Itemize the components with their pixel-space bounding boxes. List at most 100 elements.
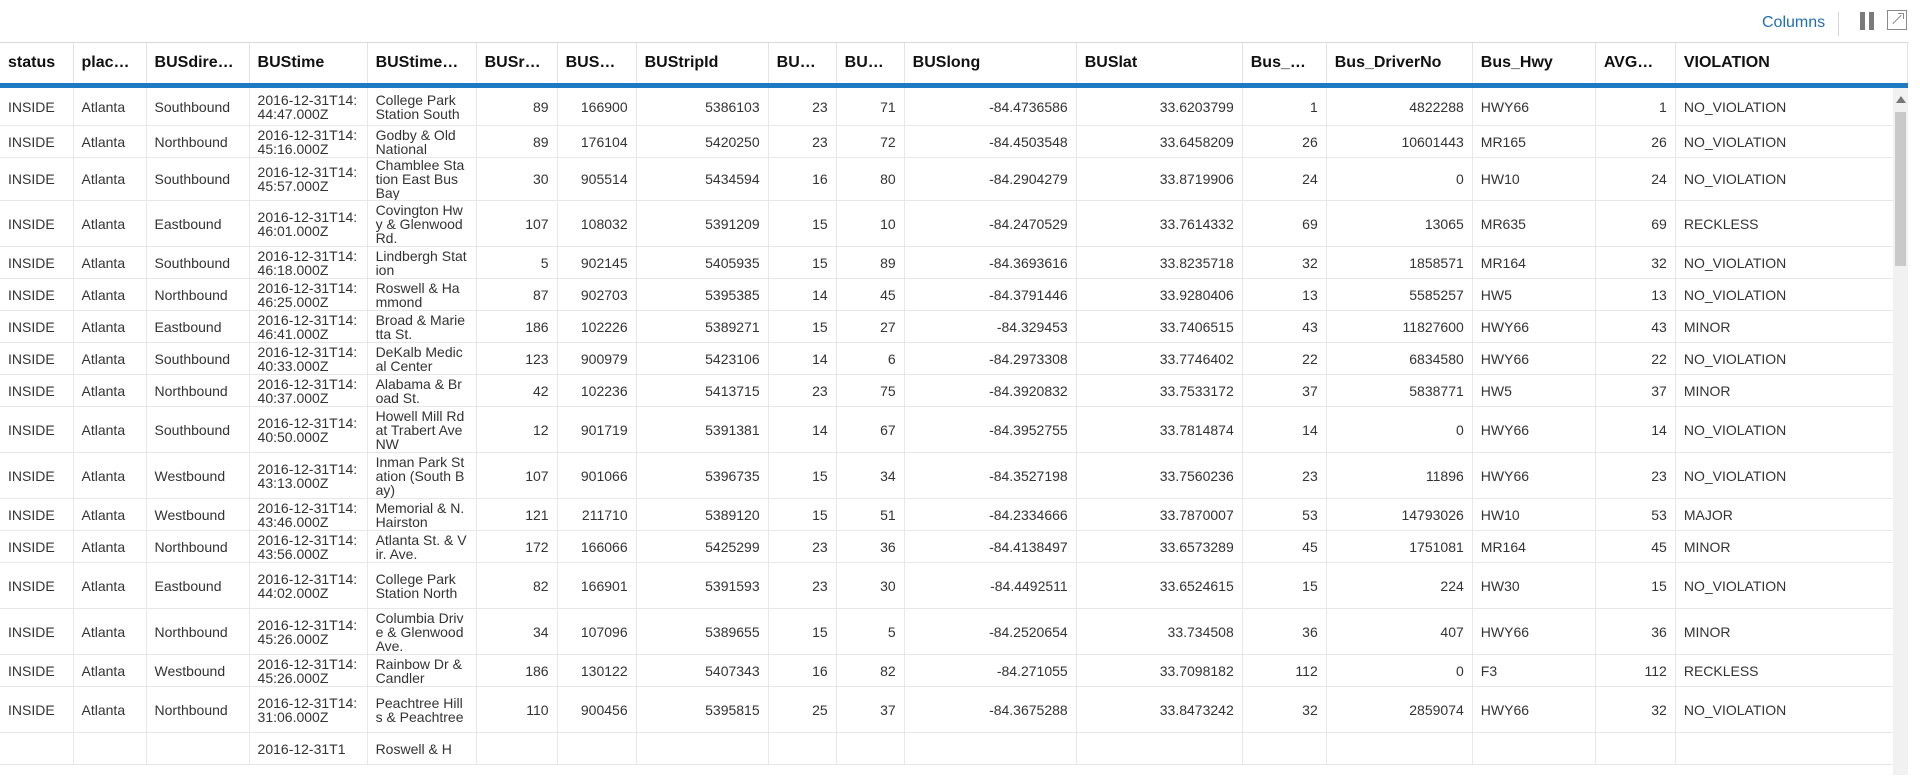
- table-row[interactable]: INSIDE Atlanta Southbound 2016-12-31T14:45:…: [0, 157, 1908, 201]
- table-cell: Godby & Old National: [367, 125, 477, 158]
- table-cell: 14: [768, 342, 837, 375]
- table-cell: 22: [1242, 342, 1327, 375]
- table-cell: 82: [836, 654, 905, 687]
- table-cell: Northbound: [146, 374, 250, 407]
- table-cell: -84.3675288: [904, 686, 1077, 733]
- column-header[interactable]: plac…: [73, 43, 147, 88]
- table-cell: 2016-12-31T14:43:46.000Z: [249, 498, 368, 531]
- table-cell: 902145: [557, 246, 637, 279]
- column-header[interactable]: BUSr…: [476, 43, 558, 88]
- table-cell: 130122: [557, 654, 637, 687]
- table-cell: HWY66: [1472, 608, 1596, 655]
- column-header[interactable]: AVG…: [1595, 43, 1676, 88]
- table-cell: NO_VIOLATION: [1675, 246, 1908, 279]
- table-cell: 15: [1595, 562, 1676, 609]
- column-header[interactable]: BUSdire…: [146, 43, 250, 88]
- table-cell: 110: [476, 686, 558, 733]
- table-row[interactable]: INSIDE Atlanta Eastbound 2016-12-31T14:46:4…: [0, 310, 1908, 343]
- expand-icon[interactable]: [1887, 10, 1907, 30]
- column-header[interactable]: Bus_Hwy: [1472, 43, 1596, 88]
- table-row[interactable]: INSIDE Atlanta Eastbound 2016-12-31T14:44:0…: [0, 562, 1908, 609]
- table-cell: MINOR: [1675, 310, 1908, 343]
- table-cell: 5405935: [636, 246, 769, 279]
- table-cell: 6834580: [1326, 342, 1473, 375]
- column-header[interactable]: BUStime: [249, 43, 368, 88]
- column-header[interactable]: BUSlat: [1076, 43, 1243, 88]
- columns-button[interactable]: Columns: [1762, 14, 1825, 32]
- table-cell: 5: [476, 246, 558, 279]
- table-cell: 2016-12-31T14:44:02.000Z: [249, 562, 368, 609]
- table-cell: 102236: [557, 374, 637, 407]
- table-cell: Westbound: [146, 498, 250, 531]
- table-cell: 13: [1595, 278, 1676, 311]
- table-cell: 2016-12-31T14:45:26.000Z: [249, 654, 368, 687]
- table-cell: Atlanta: [73, 686, 147, 733]
- table-cell: 211710: [557, 498, 637, 531]
- table-cell: Atlanta: [73, 85, 147, 126]
- table-cell: 2016-12-31T14:43:56.000Z: [249, 530, 368, 563]
- column-header[interactable]: BUS…: [557, 43, 637, 88]
- table-cell: 2016-12-31T14:40:37.000Z: [249, 374, 368, 407]
- column-header[interactable]: BUSlong: [904, 43, 1077, 88]
- table-cell: -84.2520654: [904, 608, 1077, 655]
- column-header[interactable]: BUStripId: [636, 43, 769, 88]
- table-cell: 5389120: [636, 498, 769, 531]
- table-row[interactable]: INSIDE Atlanta Eastbound 2016-12-31T14:46:0…: [0, 200, 1908, 247]
- table-cell: HWY66: [1472, 452, 1596, 499]
- scroll-up-icon[interactable]: [1896, 96, 1906, 103]
- table-cell: [1326, 732, 1473, 765]
- table-cell: INSIDE: [0, 406, 74, 453]
- scroll-thumb[interactable]: [1895, 112, 1906, 266]
- pause-icon[interactable]: [1860, 12, 1876, 30]
- table-cell: Northbound: [146, 608, 250, 655]
- column-header[interactable]: Bus_DriverNo: [1326, 43, 1473, 88]
- table-cell: 33.7406515: [1076, 310, 1243, 343]
- table-cell: NO_VIOLATION: [1675, 342, 1908, 375]
- column-header[interactable]: BUStime…: [367, 43, 477, 88]
- column-header[interactable]: Bus_…: [1242, 43, 1327, 88]
- table-cell: Atlanta: [73, 406, 147, 453]
- table-row[interactable]: INSIDE Atlanta Westbound 2016-12-31T14:45:2…: [0, 654, 1908, 687]
- table-cell: 166900: [557, 85, 637, 126]
- table-cell: 37: [836, 686, 905, 733]
- table-cell: 102226: [557, 310, 637, 343]
- table-row[interactable]: INSIDE Atlanta Westbound 2016-12-31T14:43:1…: [0, 452, 1908, 499]
- column-header[interactable]: status: [0, 43, 74, 88]
- table-row[interactable]: INSIDE Atlanta Westbound 2016-12-31T14:43:4…: [0, 498, 1908, 531]
- table-row[interactable]: INSIDE Atlanta Northbound 2016-12-31T14:45:…: [0, 608, 1908, 655]
- table-cell: 5389655: [636, 608, 769, 655]
- column-header[interactable]: BU…: [836, 43, 905, 88]
- table-cell: MINOR: [1675, 530, 1908, 563]
- table-row[interactable]: INSIDE Atlanta Southbound 2016-12-31T14:40:…: [0, 406, 1908, 453]
- table-row[interactable]: 2016-12-31T1 Roswell & H: [0, 732, 1908, 765]
- table-cell: [146, 732, 250, 765]
- table-cell: [0, 732, 74, 765]
- table-cell: 23: [768, 85, 837, 126]
- table-cell: Roswell & Hammond: [367, 278, 477, 311]
- table-row[interactable]: INSIDE Atlanta Northbound 2016-12-31T14:46:…: [0, 278, 1908, 311]
- table-cell: 36: [836, 530, 905, 563]
- column-header[interactable]: BU…: [768, 43, 837, 88]
- table-row[interactable]: INSIDE Atlanta Southbound 2016-12-31T14:40:…: [0, 342, 1908, 375]
- vertical-scrollbar[interactable]: [1893, 88, 1908, 775]
- table-cell: 14: [768, 406, 837, 453]
- table-cell: Southbound: [146, 406, 250, 453]
- table-cell: 186: [476, 310, 558, 343]
- table-cell: 5391381: [636, 406, 769, 453]
- table-cell: 5420250: [636, 125, 769, 158]
- table-cell: 13065: [1326, 200, 1473, 247]
- table-cell: 36: [1242, 608, 1327, 655]
- table-cell: 172: [476, 530, 558, 563]
- table-row[interactable]: INSIDE Atlanta Southbound 2016-12-31T14:44:…: [0, 85, 1908, 126]
- table-cell: College Park Station South: [367, 85, 477, 126]
- table-cell: 32: [1595, 686, 1676, 733]
- table-row[interactable]: INSIDE Atlanta Northbound 2016-12-31T14:40:…: [0, 374, 1908, 407]
- column-header[interactable]: VIOLATION: [1675, 43, 1908, 88]
- table-row[interactable]: INSIDE Atlanta Northbound 2016-12-31T14:45:…: [0, 125, 1908, 158]
- table-row[interactable]: INSIDE Atlanta Northbound 2016-12-31T14:31:…: [0, 686, 1908, 733]
- table-row[interactable]: INSIDE Atlanta Southbound 2016-12-31T14:46:…: [0, 246, 1908, 279]
- table-row[interactable]: INSIDE Atlanta Northbound 2016-12-31T14:43:…: [0, 530, 1908, 563]
- table-cell: NO_VIOLATION: [1675, 406, 1908, 453]
- table-cell: MR635: [1472, 200, 1596, 247]
- table-cell: 37: [1595, 374, 1676, 407]
